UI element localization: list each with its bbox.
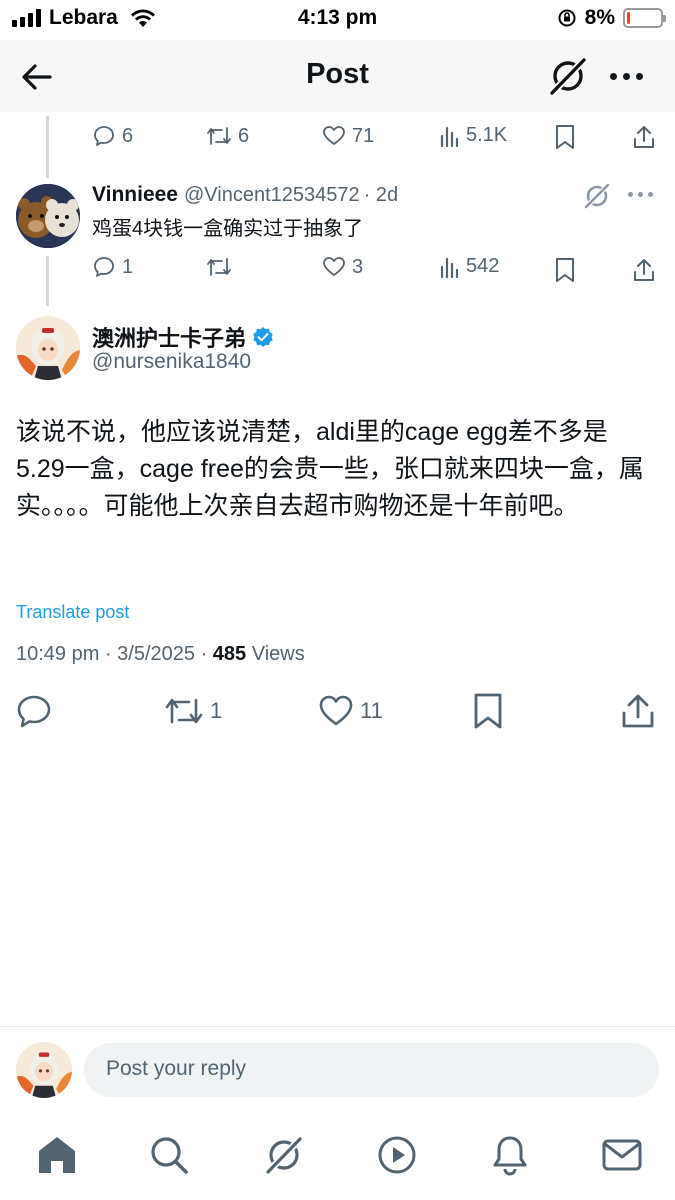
share-icon[interactable] [620, 692, 656, 730]
home-icon[interactable] [35, 1133, 79, 1177]
reply-time: · 2d [363, 184, 399, 206]
views-chart-icon [440, 126, 459, 147]
grok-icon[interactable] [262, 1133, 306, 1177]
battery-percent: 8% [584, 6, 615, 29]
status-bar: Lebara 4:13 pm 8% [0, 0, 675, 40]
post-meta: 10:49 pm · 3/5/2025 · 485 Views [16, 643, 305, 666]
reply-count: 6 [122, 124, 134, 147]
anime-avatar-image [16, 316, 80, 380]
reply-author-line: Vinnieee @Vincent12534572 · 2d [92, 183, 398, 207]
post-body-text: 该说不说，他应该说清楚，aldi里的cage egg差不多是5.29一盒，cag… [16, 418, 644, 520]
reply-display-name[interactable]: Vinnieee [92, 183, 178, 207]
post-actions: 1 11 [0, 690, 675, 734]
like-count: 3 [352, 255, 364, 278]
retweet-count: 1 [210, 698, 223, 723]
anime-avatar-image [16, 1042, 72, 1098]
battery-icon [623, 8, 666, 28]
more-options-icon[interactable] [604, 64, 648, 88]
avatar[interactable] [16, 316, 80, 380]
bottom-tab-bar [0, 1125, 675, 1189]
view-count: 542 [466, 255, 500, 277]
battery-fill [627, 12, 630, 24]
heart-icon [323, 126, 345, 145]
post-author-line: 澳洲护士卡子弟 [92, 321, 274, 353]
avatar[interactable] [16, 184, 80, 248]
bear-avatar-image [16, 184, 80, 248]
reply-button[interactable]: 6 [92, 124, 133, 148]
retweet-icon [165, 698, 203, 724]
grok-icon[interactable] [546, 54, 590, 98]
parent-tweet-actions: 6 6 71 5.1K [0, 124, 675, 154]
reply-handle[interactable]: @Vincent12534572 [184, 184, 360, 207]
reply-more-options-icon[interactable] [628, 192, 653, 197]
translate-post-link[interactable]: Translate post [16, 602, 129, 623]
post-display-name[interactable]: 澳洲护士卡子弟 [92, 321, 246, 353]
post-views-count: 485 [212, 643, 247, 665]
retweet-button[interactable] [206, 255, 238, 279]
views-button[interactable]: 5.1K [440, 124, 507, 147]
post-views-label: Views [246, 643, 305, 665]
status-right: 8% [557, 6, 666, 30]
messages-mail-icon[interactable] [600, 1133, 644, 1177]
top-app-bar: Post [0, 40, 675, 112]
reply-icon [94, 126, 114, 146]
retweet-icon [207, 127, 231, 145]
orientation-lock-icon [558, 9, 576, 27]
bookmark-icon[interactable] [554, 257, 576, 283]
view-count: 5.1K [466, 124, 508, 146]
retweet-button[interactable]: 1 [164, 694, 222, 728]
like-count: 71 [352, 124, 375, 147]
heart-icon [319, 695, 353, 726]
bookmark-icon[interactable] [554, 124, 576, 150]
search-icon[interactable] [147, 1133, 191, 1177]
like-button[interactable]: 71 [322, 124, 374, 148]
verified-badge-icon [253, 327, 273, 347]
video-play-icon[interactable] [375, 1133, 419, 1177]
share-icon[interactable] [632, 124, 656, 150]
retweet-count: 6 [238, 124, 250, 147]
notifications-bell-icon[interactable] [488, 1133, 532, 1177]
heart-icon [323, 257, 345, 276]
grok-icon[interactable] [582, 181, 612, 211]
share-icon[interactable] [632, 257, 656, 283]
like-count: 11 [360, 698, 383, 723]
composer-avatar [16, 1042, 72, 1098]
like-button[interactable]: 11 [318, 694, 383, 728]
retweet-icon [207, 258, 231, 276]
reply-text: 鸡蛋4块钱一盒确实过于抽象了 [92, 218, 364, 240]
post-handle[interactable]: @nursenika1840 [92, 350, 251, 374]
reply-actions: 1 3 542 [0, 255, 675, 285]
post-timestamp: 10:49 pm · 3/5/2025 · [16, 643, 213, 665]
reply-button[interactable]: 1 [92, 255, 133, 279]
views-chart-icon [440, 257, 459, 278]
reply-icon [17, 695, 51, 728]
retweet-button[interactable]: 6 [206, 124, 249, 148]
reply-count: 1 [122, 255, 134, 278]
divider [0, 1026, 675, 1027]
views-button[interactable]: 542 [440, 255, 499, 278]
reply-icon [94, 257, 114, 277]
reply-input[interactable]: Post your reply [84, 1043, 659, 1097]
like-button[interactable]: 3 [322, 255, 363, 279]
reply-button[interactable] [16, 694, 58, 728]
bookmark-icon[interactable] [472, 692, 504, 730]
